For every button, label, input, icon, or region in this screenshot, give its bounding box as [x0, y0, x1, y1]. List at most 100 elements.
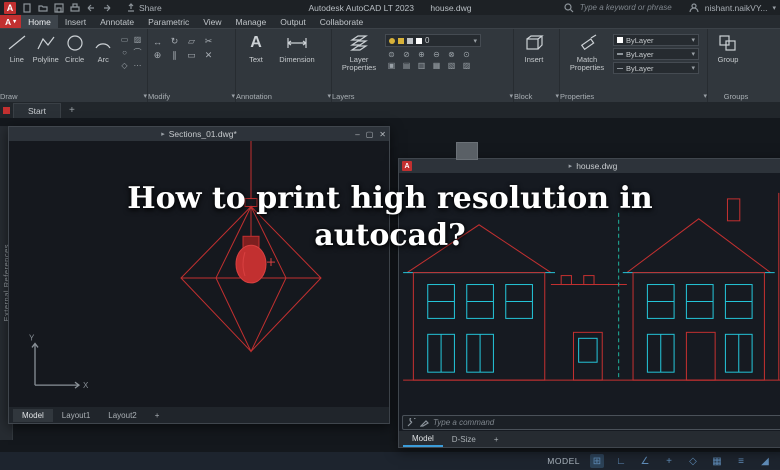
layers-panel-label[interactable]: Layers ▾ — [332, 90, 513, 102]
more-draw-icon[interactable]: ⋯ — [132, 60, 143, 71]
search-icon[interactable] — [564, 2, 575, 13]
model-space-indicator[interactable]: MODEL — [547, 456, 580, 466]
mirror-icon[interactable]: ▱ — [186, 36, 197, 47]
house-new-layout-button[interactable]: + — [485, 433, 508, 446]
spline-icon[interactable]: ⌒ — [132, 47, 143, 58]
customization-icon[interactable]: ≡ — [734, 454, 748, 468]
hatch-icon[interactable]: ▨ — [132, 34, 143, 45]
new-drawing-tab-button[interactable]: + — [61, 105, 83, 118]
annotation-panel-label[interactable]: Annotation ▾ — [236, 90, 331, 102]
ortho-icon[interactable]: ∟ — [614, 454, 628, 468]
group-tool[interactable]: Group — [712, 32, 744, 64]
text-tool[interactable]: A Text — [240, 32, 272, 64]
house-tab-dsize[interactable]: D-Size — [443, 433, 485, 446]
autocad-logo[interactable]: A — [4, 1, 16, 14]
arc-tool[interactable]: Arc — [90, 32, 116, 64]
command-line[interactable] — [402, 415, 780, 430]
polygon-icon[interactable]: ◇ — [119, 60, 130, 71]
trim-icon[interactable]: ✂ — [203, 36, 214, 47]
tab-insert[interactable]: Insert — [58, 15, 93, 28]
tab-view[interactable]: View — [196, 15, 228, 28]
object-color-dropdown[interactable]: ByLayer ▾ — [613, 34, 699, 46]
search-input[interactable] — [579, 3, 684, 12]
layer-thaw-icon[interactable]: ⊗ — [445, 50, 458, 59]
sections-new-layout-button[interactable]: + — [146, 409, 169, 422]
erase-icon[interactable]: ✕ — [203, 50, 214, 61]
snap-icon[interactable]: + — [662, 454, 676, 468]
layer-off-icon[interactable]: ⊜ — [385, 50, 398, 59]
rotate-icon[interactable]: ↻ — [169, 36, 180, 47]
properties-panel-label[interactable]: Properties ▾ — [560, 90, 707, 102]
match-properties-tool[interactable]: Match Properties — [564, 32, 610, 72]
tab-manage[interactable]: Manage — [229, 15, 274, 28]
polar-tracking-icon[interactable]: ∠ — [638, 454, 652, 468]
rectangle-icon[interactable]: ▭ — [119, 34, 130, 45]
minimize-button[interactable]: – — [355, 130, 359, 139]
layer-freeze-tool-icon[interactable]: ⊕ — [415, 50, 428, 59]
circle-tool[interactable]: Circle — [62, 32, 88, 64]
layer-walk-icon[interactable]: ▧ — [445, 61, 458, 70]
layer-match-icon[interactable]: ▤ — [400, 61, 413, 70]
close-button[interactable]: ✕ — [379, 130, 386, 139]
undo-icon[interactable] — [85, 2, 96, 13]
dimension-tool[interactable]: Dimension — [275, 32, 319, 64]
tab-annotate[interactable]: Annotate — [93, 15, 141, 28]
sections-drawing-canvas[interactable]: X Y — [9, 141, 389, 407]
polyline-tool[interactable]: Polyline — [33, 32, 59, 64]
user-avatar-icon[interactable] — [689, 2, 700, 13]
share-label: Share — [139, 2, 162, 13]
restore-button[interactable]: ▢ — [366, 130, 374, 139]
user-caret-icon[interactable]: ▾ — [772, 4, 776, 12]
start-tab[interactable]: Start — [13, 103, 61, 118]
modify-panel-label[interactable]: Modify ▾ — [148, 90, 235, 102]
lineweight-display-icon[interactable]: ▦ — [710, 454, 724, 468]
tab-collaborate[interactable]: Collaborate — [313, 15, 370, 28]
draw-panel-label[interactable]: Draw ▾ — [0, 90, 147, 102]
tab-parametric[interactable]: Parametric — [141, 15, 196, 28]
sections-tab-layout1[interactable]: Layout1 — [53, 409, 99, 422]
layer-merge-icon[interactable]: ▨ — [460, 61, 473, 70]
clean-screen-icon[interactable]: ◢ — [758, 454, 772, 468]
layer-unlock-icon[interactable]: ⊙ — [460, 50, 473, 59]
layer-unisolate-icon[interactable]: ⊖ — [430, 50, 443, 59]
new-file-icon[interactable] — [21, 2, 32, 13]
layer-dropdown[interactable]: 0 ▾ — [385, 34, 481, 47]
print-icon[interactable] — [69, 2, 80, 13]
ucs-x-label: X — [83, 381, 89, 390]
object-snap-icon[interactable]: ◇ — [686, 454, 700, 468]
tab-output[interactable]: Output — [273, 15, 313, 28]
line-tool[interactable]: Line — [4, 32, 30, 64]
layer-state-icon[interactable]: ▦ — [430, 61, 443, 70]
user-name[interactable]: nishant.naikVY... — [705, 3, 768, 13]
command-input[interactable] — [433, 418, 779, 427]
grid-icon[interactable]: ⊞ — [590, 454, 604, 468]
house-tab-model[interactable]: Model — [403, 432, 443, 447]
stretch-icon[interactable]: ▭ — [186, 50, 197, 61]
tab-home[interactable]: Home — [21, 15, 58, 28]
block-panel-label[interactable]: Block ▾ — [514, 90, 559, 102]
copy-icon[interactable]: ⊕ — [152, 50, 163, 61]
ellipse-icon[interactable]: ○ — [119, 47, 130, 58]
workspace: External References ▸ Sections_01.dwg* –… — [0, 118, 780, 452]
move-icon[interactable]: ↔ — [152, 36, 163, 47]
layer-make-current-icon[interactable]: ▣ — [385, 61, 398, 70]
layer-prev-icon[interactable]: ▥ — [415, 61, 428, 70]
sections-window-titlebar[interactable]: ▸ Sections_01.dwg* – ▢ ✕ — [9, 127, 389, 141]
groups-panel-label[interactable]: Groups — [708, 90, 764, 102]
house-drawing-canvas[interactable] — [399, 173, 780, 414]
sections-tab-layout2[interactable]: Layout2 — [99, 409, 145, 422]
sections-tab-model[interactable]: Model — [13, 408, 53, 422]
offset-icon[interactable]: ∥ — [169, 50, 180, 61]
share-button[interactable]: Share — [125, 2, 162, 13]
insert-block-tool[interactable]: Insert — [518, 32, 550, 64]
layer-isolate-icon[interactable]: ⊘ — [400, 50, 413, 59]
application-menu-button[interactable]: A ▾ — [0, 15, 22, 28]
lineweight-dropdown[interactable]: ByLayer ▾ — [613, 48, 699, 60]
linetype-dropdown[interactable]: ByLayer ▾ — [613, 62, 699, 74]
open-folder-icon[interactable] — [37, 2, 48, 13]
save-icon[interactable] — [53, 2, 64, 13]
redo-icon[interactable] — [101, 2, 112, 13]
layer-properties-tool[interactable]: Layer Properties — [336, 32, 382, 72]
customize-icon[interactable] — [407, 414, 416, 432]
house-window-titlebar[interactable]: A ▸ house.dwg — [399, 159, 780, 173]
